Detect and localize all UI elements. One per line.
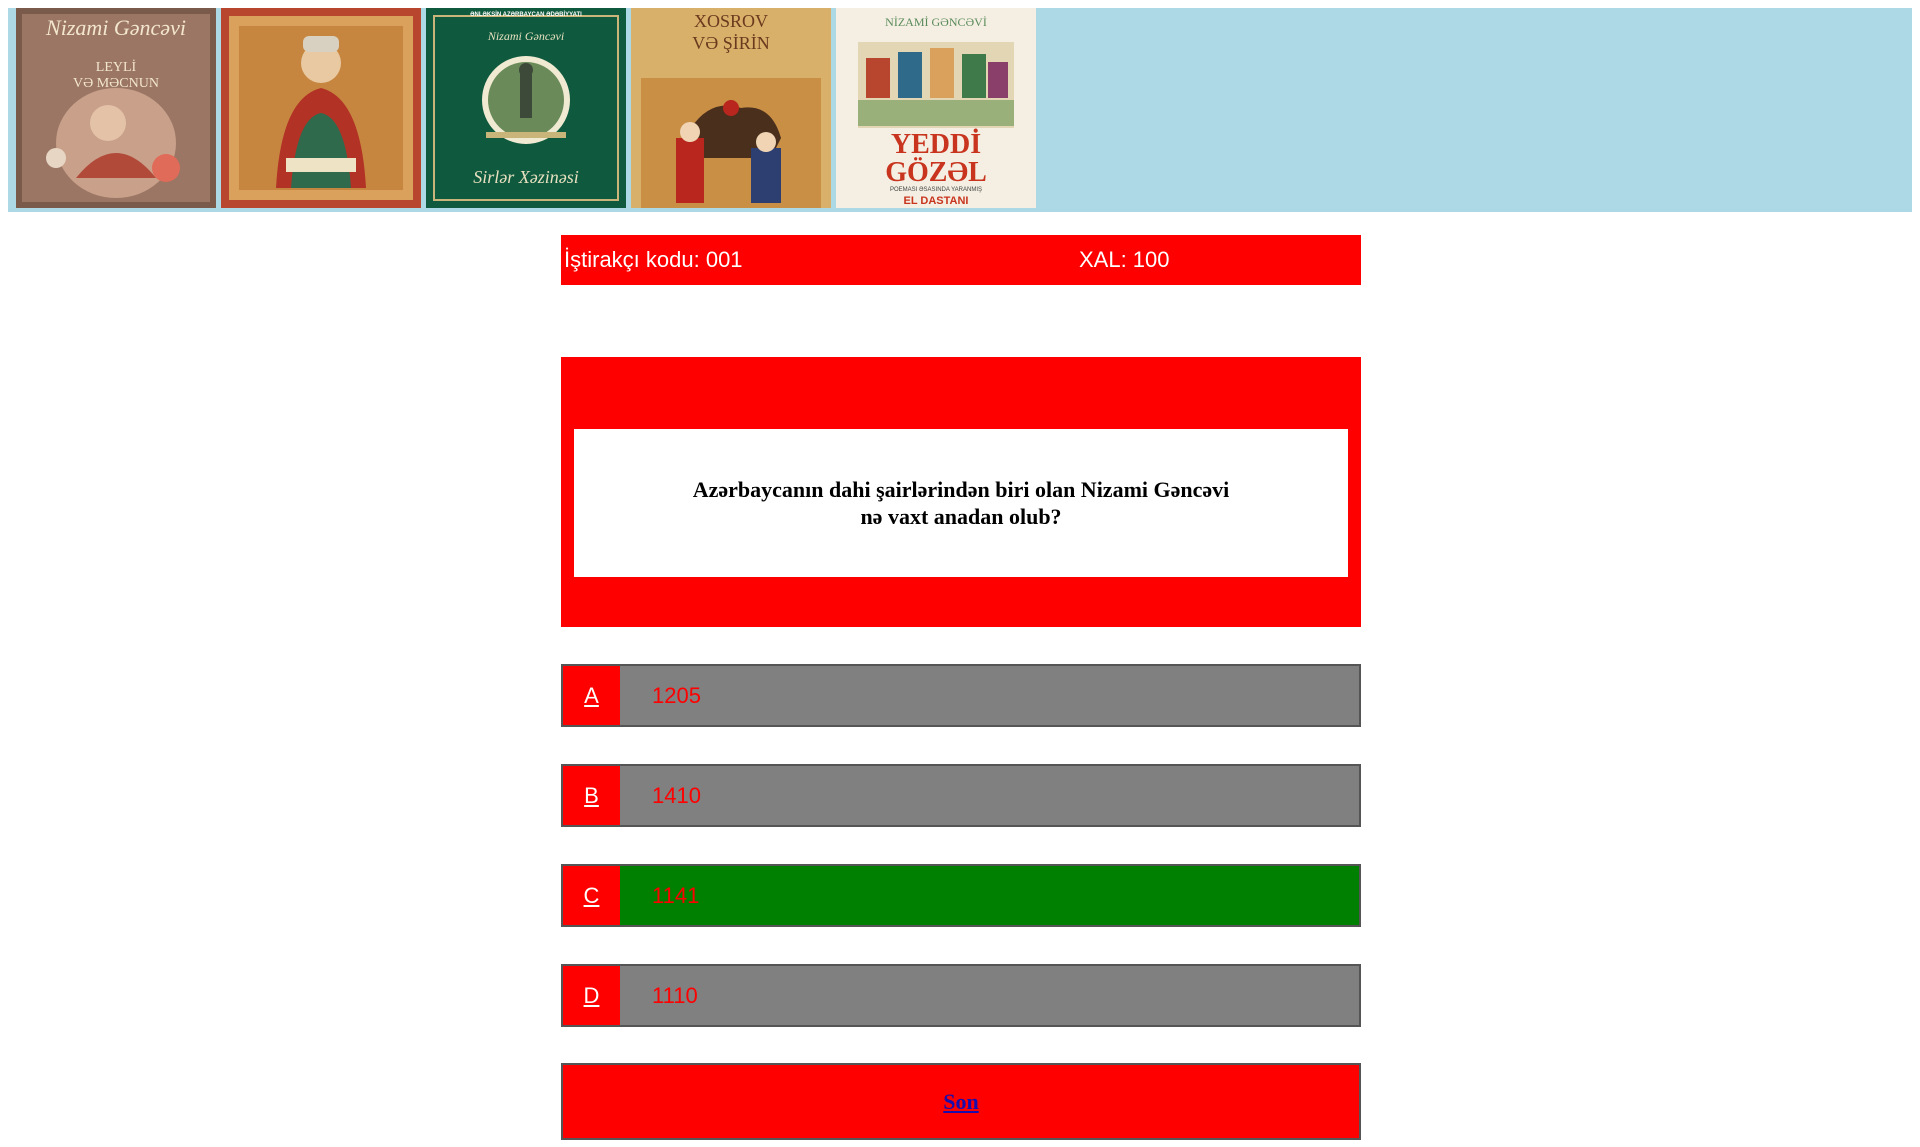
cover-title-text: Sirlər Xəzinəsi bbox=[473, 167, 579, 187]
nizami-portrait-cover bbox=[221, 8, 421, 208]
cover-subtitle-text: EL DASTANI bbox=[903, 195, 969, 207]
answer-option-a[interactable]: A 1205 bbox=[561, 664, 1361, 727]
question-card: Azərbaycanın dahi şairlərindən biri olan… bbox=[574, 429, 1348, 577]
question-text: Azərbaycanın dahi şairlərindən biri olan… bbox=[651, 476, 1271, 530]
answer-option-c[interactable]: C 1141 bbox=[561, 864, 1361, 927]
end-link[interactable]: Son bbox=[943, 1089, 978, 1115]
participant-info-bar: İştirakçı kodu: 001 XAL: 100 bbox=[561, 235, 1361, 285]
cover-author-text: Nizami Gəncəvi bbox=[46, 15, 186, 40]
leyli-ve-mecnun-cover: Nizami Gəncəvi LEYLİ VƏ MƏCNUN bbox=[16, 8, 216, 208]
cover-author-text: Nizami Gəncəvi bbox=[487, 29, 565, 43]
answer-value-b: 1410 bbox=[652, 783, 701, 808]
answer-letter-a[interactable]: A bbox=[563, 666, 620, 725]
answer-value-d: 1110 bbox=[652, 983, 698, 1008]
answer-value-c: 1141 bbox=[652, 883, 700, 908]
answer-letter-c[interactable]: C bbox=[563, 866, 620, 925]
question-line-2: nə vaxt anadan olub? bbox=[860, 504, 1062, 529]
cover-title-text: VƏ ŞİRİN bbox=[692, 33, 770, 53]
cover-author-text: NİZAMİ GƏNCƏVİ bbox=[885, 15, 987, 29]
answer-option-b[interactable]: B 1410 bbox=[561, 764, 1361, 827]
answer-value-a: 1205 bbox=[652, 683, 701, 708]
answer-option-d[interactable]: D 1110 bbox=[561, 964, 1361, 1027]
participant-code: İştirakçı kodu: 001 bbox=[564, 247, 743, 272]
cover-title-text: GÖZƏL bbox=[885, 157, 987, 188]
header-banner: Nizami Gəncəvi LEYLİ VƏ MƏCNUN ƏNLƏKSİN … bbox=[8, 8, 1912, 212]
end-button[interactable]: Son bbox=[561, 1063, 1361, 1140]
sirler-xezinesi-cover: ƏNLƏKSİN AZƏRBAYCAN ƏDƏBİYYATI Nizami Gə… bbox=[426, 8, 626, 208]
answer-letter-b[interactable]: B bbox=[563, 766, 620, 825]
yeddi-gozel-cover: NİZAMİ GƏNCƏVİ YEDDİ GÖZƏL POEMASI ƏSASI… bbox=[836, 8, 1036, 208]
score-display: XAL: 100 bbox=[1079, 247, 1170, 272]
cover-subtitle-text: POEMASI ƏSASINDA YARANMIŞ bbox=[890, 187, 982, 193]
cover-title-text: VƏ MƏCNUN bbox=[73, 76, 159, 91]
question-line-1: Azərbaycanın dahi şairlərindən biri olan… bbox=[692, 477, 1230, 502]
cover-title-text: XOSROV bbox=[693, 11, 768, 31]
answer-letter-d[interactable]: D bbox=[563, 966, 620, 1025]
cover-series-text: ƏNLƏKSİN AZƏRBAYCAN ƏDƏBİYYATI bbox=[470, 12, 582, 18]
cover-title-text: LEYLİ bbox=[95, 60, 137, 75]
xosrov-ve-sirin-cover: XOSROV VƏ ŞİRİN bbox=[631, 8, 831, 208]
question-panel: Azərbaycanın dahi şairlərindən biri olan… bbox=[561, 357, 1361, 627]
